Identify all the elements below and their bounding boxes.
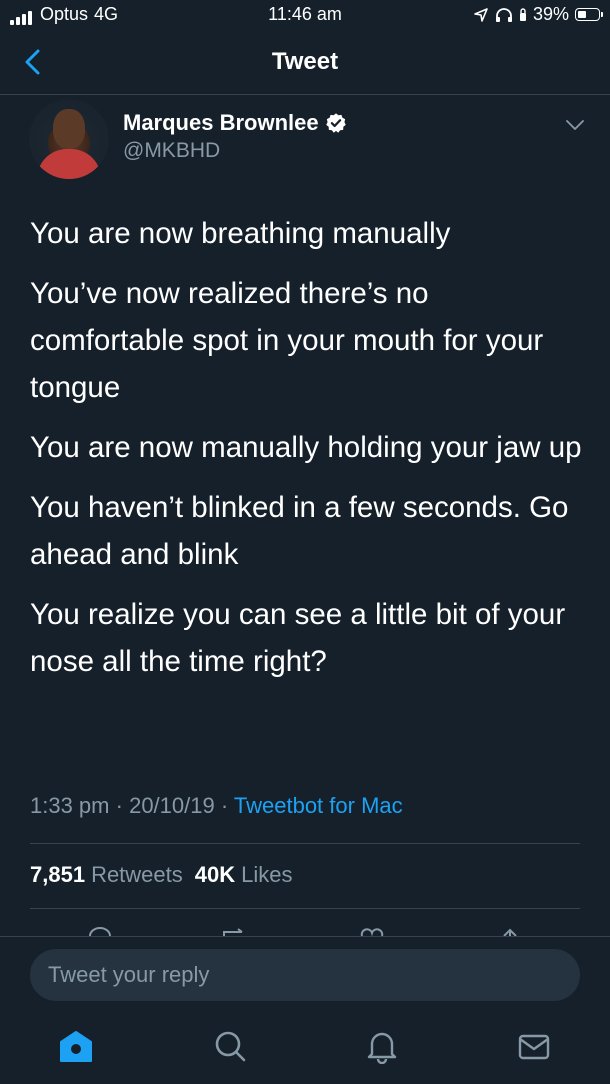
tweet-meta: 1:33 pm · 20/10/19 · Tweetbot for Mac: [30, 793, 403, 819]
likes-count: 40K: [194, 862, 236, 887]
like-icon[interactable]: [358, 926, 386, 936]
battery-icon: [575, 8, 603, 21]
tweet-text: You are now breathing manually You’ve no…: [30, 210, 586, 698]
tweet-line: You realize you can see a little bit of …: [30, 598, 566, 678]
tab-bar: [0, 1016, 610, 1084]
author-name: Marques Brownlee: [123, 110, 319, 135]
status-right: 39%: [473, 4, 603, 25]
author-name-row[interactable]: Marques Brownlee: [123, 110, 347, 136]
location-icon: [474, 7, 488, 22]
retweets-stat[interactable]: 7,851 Retweets: [30, 862, 183, 888]
tweet-stats: 7,851 Retweets 40K Likes: [30, 862, 293, 888]
page-title: Tweet: [271, 48, 339, 75]
messages-icon[interactable]: [516, 1028, 552, 1064]
lock-rotation-icon: [519, 7, 526, 21]
notifications-icon[interactable]: [364, 1028, 400, 1064]
chevron-down-icon[interactable]: [564, 114, 586, 136]
reply-input[interactable]: Tweet your reply: [30, 949, 580, 1001]
headphones-icon: [495, 7, 512, 22]
tweet-client-link[interactable]: Tweetbot for Mac: [234, 793, 403, 818]
divider: [30, 908, 580, 909]
reply-icon[interactable]: [86, 926, 114, 936]
share-icon[interactable]: [496, 926, 524, 936]
tweet-line: You haven’t blinked in a few seconds. Go…: [30, 491, 569, 571]
tweet-line: You are now manually holding your jaw up: [30, 431, 582, 464]
tweet-date: 20/10/19: [129, 793, 215, 818]
status-bar: Optus 4G 11:46 am 39%: [0, 0, 610, 30]
tweet-line: You are now breathing manually: [30, 217, 451, 250]
retweets-label: Retweets: [91, 862, 183, 887]
avatar[interactable]: [29, 99, 109, 179]
retweet-icon[interactable]: [220, 926, 248, 936]
nav-bar: Tweet: [0, 30, 610, 95]
divider: [30, 843, 580, 844]
author-handle: @MKBHD: [123, 139, 221, 162]
tweet-time: 1:33 pm: [30, 793, 110, 818]
likes-stat[interactable]: 40K Likes: [195, 862, 293, 888]
battery-percent: 39%: [532, 4, 569, 24]
verified-badge-icon: [325, 113, 346, 133]
search-icon[interactable]: [212, 1028, 248, 1064]
retweets-count: 7,851: [30, 862, 86, 887]
reply-bar: Tweet your reply: [0, 936, 610, 1017]
tweet-line: You’ve now realized there’s no comfortab…: [30, 277, 544, 404]
meta-separator: ·: [115, 793, 123, 818]
home-icon[interactable]: [58, 1028, 94, 1064]
tweet-screen: Optus 4G 11:46 am 39% Tweet Marques Brow…: [0, 0, 610, 1084]
tweet-actions: [0, 926, 610, 936]
meta-separator: ·: [220, 793, 229, 818]
likes-label: Likes: [241, 862, 293, 887]
tweet-author: Marques Brownlee @MKBHD: [0, 96, 610, 186]
